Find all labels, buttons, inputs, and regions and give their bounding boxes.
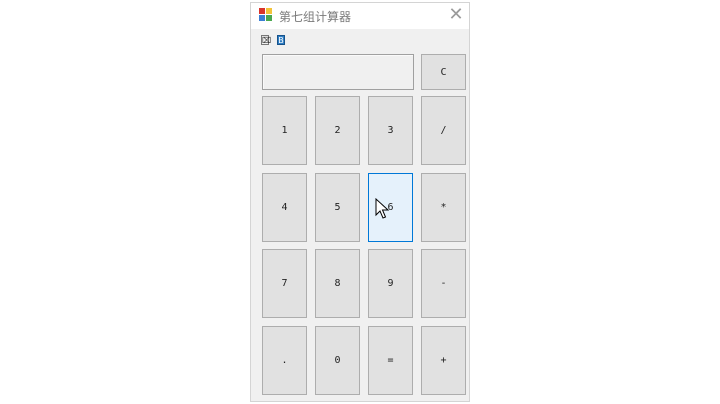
close-button[interactable]: ✕ bbox=[445, 4, 467, 26]
plus-button[interactable]: + bbox=[421, 326, 466, 395]
multiply-button[interactable]: * bbox=[421, 173, 466, 242]
digit-2-button[interactable]: 2 bbox=[315, 96, 360, 165]
digit-8-button[interactable]: 8 bbox=[315, 249, 360, 318]
menu-item-b-icon[interactable]: B bbox=[277, 35, 285, 45]
digit-3-button[interactable]: 3 bbox=[368, 96, 413, 165]
digit-5-button[interactable]: 5 bbox=[315, 173, 360, 242]
divide-button[interactable]: / bbox=[421, 96, 466, 165]
title-bar: 第七组计算器 ✕ bbox=[251, 3, 469, 29]
decimal-button[interactable]: . bbox=[262, 326, 307, 395]
calculator-window: 第七组计算器 ✕ ⌧ B C 1 2 3/ 4 5 6 * 7 8 9-. 0 = + bbox=[250, 2, 470, 402]
menu-item-icon[interactable]: ⌧ bbox=[261, 35, 271, 45]
equals-button[interactable]: = bbox=[368, 326, 413, 395]
digit-9-button[interactable]: 9 bbox=[368, 249, 413, 318]
clear-button[interactable]: C bbox=[421, 54, 466, 90]
close-icon: ✕ bbox=[448, 4, 464, 25]
digit-7-button[interactable]: 7 bbox=[262, 249, 307, 318]
digit-0-button[interactable]: 0 bbox=[315, 326, 360, 395]
minus-button[interactable]: - bbox=[421, 249, 466, 318]
app-icon bbox=[259, 8, 272, 21]
window-title: 第七组计算器 bbox=[279, 10, 352, 24]
result-display[interactable] bbox=[262, 54, 414, 90]
digit-1-button[interactable]: 1 bbox=[262, 96, 307, 165]
digit-4-button[interactable]: 4 bbox=[262, 173, 307, 242]
digit-6-button[interactable]: 6 bbox=[368, 173, 413, 242]
